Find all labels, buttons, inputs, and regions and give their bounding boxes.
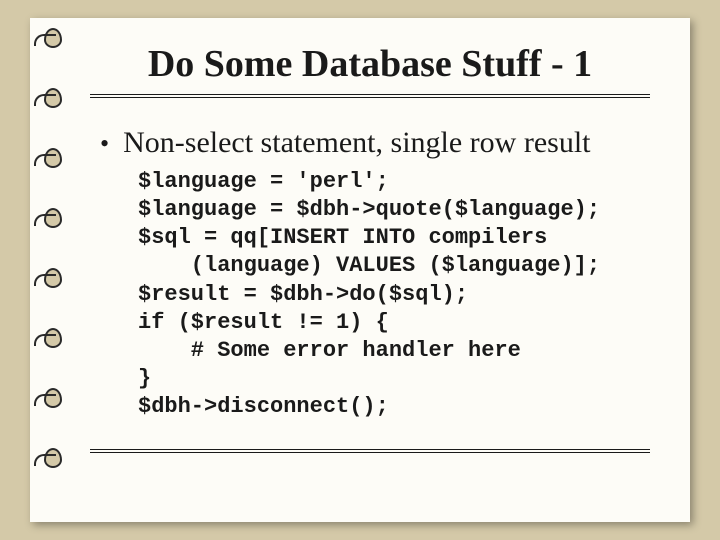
code-block: $language = 'perl'; $language = $dbh->qu… <box>138 168 650 421</box>
bottom-rule-thin <box>90 449 650 450</box>
title-rule-thick <box>90 94 650 95</box>
slide-content: Do Some Database Stuff - 1 • Non-select … <box>30 18 690 473</box>
slide-title: Do Some Database Stuff - 1 <box>90 42 650 86</box>
bottom-rule-thick <box>90 452 650 453</box>
spiral-binding <box>38 18 68 522</box>
title-rule-thin <box>90 97 650 98</box>
bullet-icon: • <box>100 126 109 162</box>
bullet-item: • Non-select statement, single row resul… <box>100 126 650 162</box>
bullet-text: Non-select statement, single row result <box>123 126 590 160</box>
slide-paper: Do Some Database Stuff - 1 • Non-select … <box>30 18 690 522</box>
